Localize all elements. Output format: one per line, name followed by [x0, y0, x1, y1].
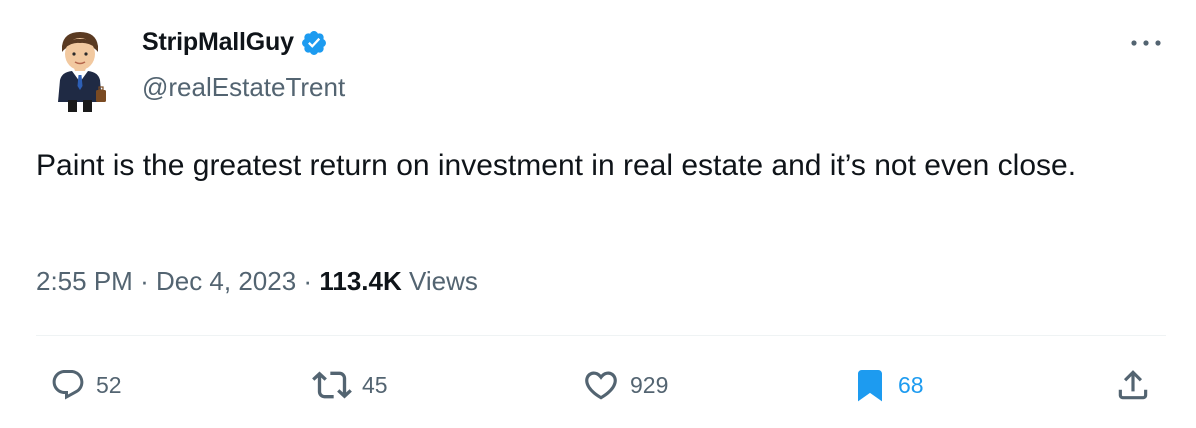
tweet-text: Paint is the greatest return on investme… [36, 149, 1077, 182]
retweet-button[interactable]: 45 [312, 355, 388, 415]
views-count[interactable]: 113.4K [319, 266, 401, 296]
reply-count: 52 [96, 371, 122, 398]
reply-icon [52, 370, 84, 400]
action-bar: 52 45 929 68 [0, 355, 1196, 415]
businessman-avatar-icon [58, 32, 106, 112]
meta-separator: · [303, 266, 313, 296]
share-button[interactable] [1114, 355, 1152, 415]
display-name-text[interactable]: StripMallGuy [142, 28, 294, 57]
tweet-time[interactable]: 2:55 PM [36, 266, 133, 296]
tweet-date[interactable]: Dec 4, 2023 [156, 266, 296, 296]
like-button[interactable]: 929 [582, 355, 668, 415]
verified-badge-icon[interactable] [300, 29, 328, 57]
more-dots-icon [1131, 40, 1161, 46]
reply-button[interactable]: 52 [50, 355, 122, 415]
share-icon [1118, 370, 1148, 400]
meta-separator: · [140, 266, 149, 296]
more-options-button[interactable] [1128, 30, 1164, 56]
avatar[interactable] [36, 26, 124, 114]
retweet-icon [312, 371, 352, 399]
user-handle[interactable]: @realEstateTrent [142, 72, 345, 103]
retweet-count: 45 [362, 371, 388, 398]
bookmark-button[interactable]: 68 [852, 355, 924, 415]
divider [36, 335, 1166, 336]
views-label[interactable]: Views [409, 266, 478, 296]
heart-icon [585, 371, 617, 400]
tweet-meta: 2:55 PM · Dec 4, 2023 · 113.4K Views [36, 266, 478, 297]
bookmark-filled-icon [858, 370, 882, 402]
display-name[interactable]: StripMallGuy [142, 28, 328, 57]
bookmark-count: 68 [898, 371, 924, 398]
like-count: 929 [630, 371, 669, 398]
